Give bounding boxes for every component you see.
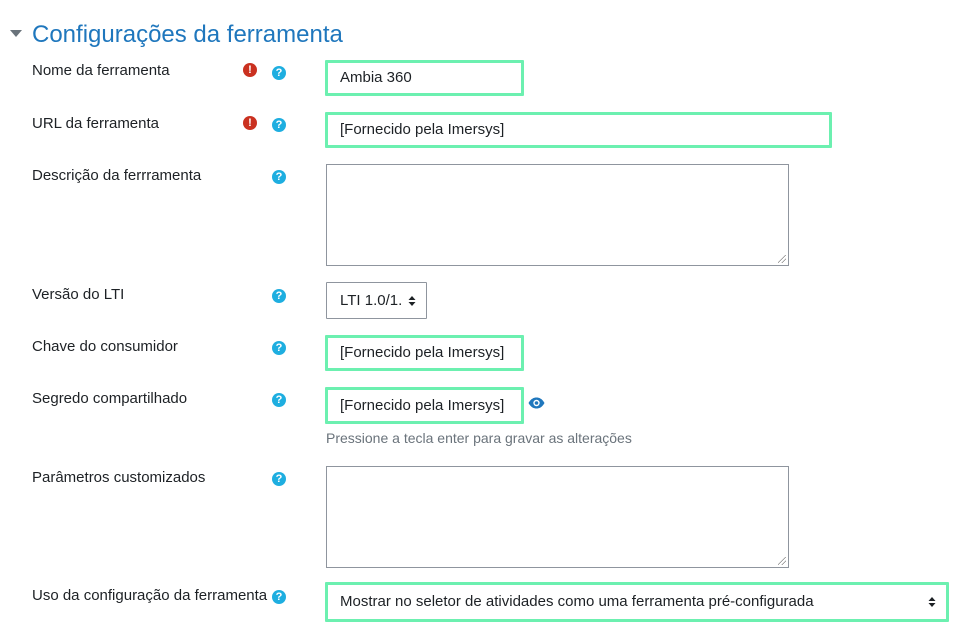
- tool-url-label: URL da ferramenta: [32, 115, 160, 132]
- consumer-key-input[interactable]: [Fornecido pela Imersys]: [325, 335, 524, 371]
- exclamation-circle-icon: !: [243, 63, 257, 77]
- shared-secret-hint: Pressione a tecla enter para gravar as a…: [326, 430, 632, 446]
- question-circle-icon[interactable]: ?: [272, 393, 286, 407]
- tool-url-input[interactable]: [Fornecido pela Imersys]: [325, 112, 832, 148]
- resize-handle[interactable]: [778, 557, 786, 565]
- caret-down-icon[interactable]: [10, 30, 22, 37]
- section-title: Configurações da ferramenta: [32, 21, 343, 48]
- tool-description-textarea[interactable]: [326, 164, 789, 266]
- lti-version-label: Versão do LTI: [32, 286, 125, 303]
- resize-handle[interactable]: [778, 255, 786, 263]
- custom-params-label: Parâmetros customizados: [32, 469, 206, 486]
- tool-name-label: Nome da ferramenta: [32, 62, 170, 79]
- consumer-key-label: Chave do consumidor: [32, 338, 178, 355]
- question-circle-icon[interactable]: ?: [272, 590, 286, 604]
- shared-secret-label: Segredo compartilhado: [32, 390, 188, 407]
- shared-secret-input[interactable]: [Fornecido pela Imersys]: [325, 387, 524, 424]
- tool-description-label: Descrição da ferrramenta: [32, 167, 202, 184]
- question-circle-icon[interactable]: ?: [272, 472, 286, 486]
- question-circle-icon[interactable]: ?: [272, 289, 286, 303]
- question-circle-icon[interactable]: ?: [272, 170, 286, 184]
- lti-version-value: LTI 1.0/1.: [340, 292, 403, 309]
- tool-name-input[interactable]: Ambia 360: [325, 60, 524, 96]
- config-usage-label: Uso da configuração da ferramenta: [32, 587, 268, 604]
- exclamation-circle-icon: !: [243, 116, 257, 130]
- lti-version-select[interactable]: LTI 1.0/1.: [326, 282, 427, 319]
- question-circle-icon[interactable]: ?: [272, 66, 286, 80]
- section-header[interactable]: Configurações da ferramenta: [0, 14, 960, 54]
- config-usage-value: Mostrar no seletor de atividades como um…: [340, 593, 814, 610]
- question-circle-icon[interactable]: ?: [272, 118, 286, 132]
- select-arrows-icon: [928, 597, 936, 607]
- question-circle-icon[interactable]: ?: [272, 341, 286, 355]
- config-usage-select[interactable]: Mostrar no seletor de atividades como um…: [325, 582, 949, 622]
- custom-params-textarea[interactable]: [326, 466, 789, 568]
- select-arrows-icon: [408, 295, 416, 306]
- eye-icon[interactable]: [528, 397, 545, 409]
